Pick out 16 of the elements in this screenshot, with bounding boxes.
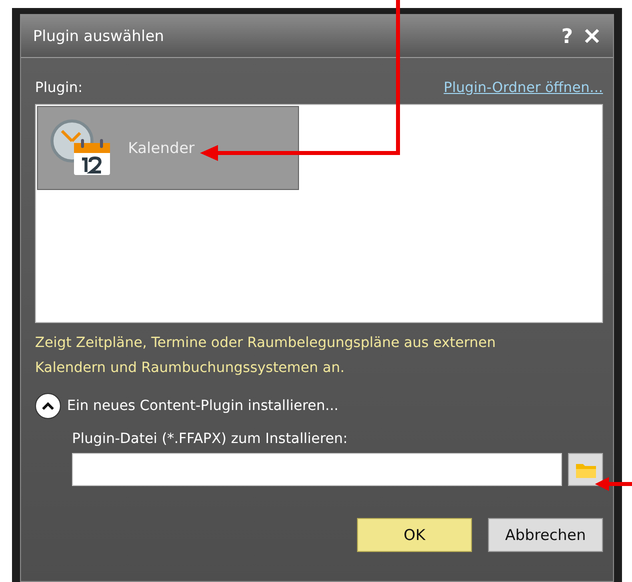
install-toggle-label[interactable]: Ein neues Content-Plugin installieren...	[67, 398, 339, 414]
window-title: Plugin auswählen	[33, 27, 166, 45]
plugin-description: Zeigt Zeitpläne, Termine oder Raumbelegungspläne aus externen Kalendern und Raumbuchungssystemen an.	[35, 334, 497, 378]
collapse-button[interactable]	[35, 393, 61, 419]
clock-calendar-icon	[50, 119, 112, 177]
browse-button[interactable]	[568, 453, 603, 486]
annotation-arrow	[594, 475, 632, 493]
cancel-button[interactable]: Abbrechen	[488, 518, 603, 552]
plugin-label: Plugin:	[35, 80, 83, 96]
help-button[interactable]: ?	[561, 24, 573, 48]
chevron-up-icon	[41, 401, 55, 411]
ok-button[interactable]: OK	[357, 518, 472, 552]
file-path-field[interactable]	[72, 453, 562, 486]
close-icon[interactable]	[583, 27, 601, 45]
file-label: Plugin-Datei (*.FFAPX) zum Installieren:	[72, 431, 349, 447]
folder-link[interactable]: Plugin-Ordner öffnen...	[444, 80, 603, 96]
